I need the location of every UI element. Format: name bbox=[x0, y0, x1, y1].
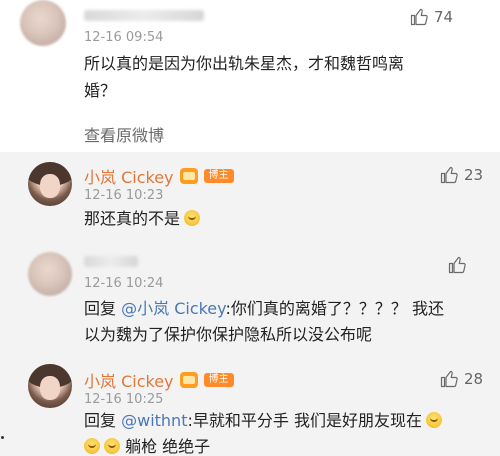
weibo-comment-thread: 12-16 09:54 74 所以真的是因为你出轨朱星杰，才和魏哲鸣离 婚？ 查… bbox=[0, 0, 500, 456]
reply-text-line-1: 回复 @小岚 Cickey:你们真的离婚了？？？？ 我还 bbox=[84, 296, 444, 322]
reply-text-rest: :你们真的离婚了？？？？ 我还 bbox=[225, 299, 444, 318]
reply-prefix: 回复 bbox=[84, 411, 117, 430]
vip-crown-icon bbox=[179, 168, 198, 184]
mention-link[interactable]: @小岚 Cickey bbox=[121, 299, 225, 318]
avatar[interactable] bbox=[28, 162, 72, 206]
reply-prefix: 回复 bbox=[84, 299, 117, 318]
comment-text-line-1: 所以真的是因为你出轨朱星杰，才和魏哲鸣离 bbox=[84, 54, 405, 73]
reply-text: 回复 @withnt:早就和平分手 我们是好朋友现在 躺枪 绝绝子 bbox=[84, 408, 442, 456]
smile-emoji-icon bbox=[184, 210, 201, 226]
like-count: 23 bbox=[464, 166, 484, 184]
reply-text-line-2: 以为魏为了保护你保护隐私所以没公布呢 bbox=[84, 325, 373, 344]
reply-username[interactable]: 小岚 Cickey 博主 bbox=[84, 164, 234, 188]
reply-text-line-2: 躺枪 绝绝子 bbox=[84, 434, 442, 456]
like-button[interactable]: 28 bbox=[440, 370, 483, 388]
like-button[interactable] bbox=[448, 256, 472, 274]
blurred-username bbox=[84, 10, 204, 21]
blurred-username bbox=[84, 256, 138, 267]
reply-time: 12-16 10:25 bbox=[84, 392, 164, 407]
comment-text: 所以真的是因为你出轨朱星杰，才和魏哲鸣离 婚？ bbox=[84, 50, 404, 104]
reply-text-rest-2: 躺枪 绝绝子 bbox=[125, 437, 211, 456]
reply-text-line-1: 回复 @withnt:早就和平分手 我们是好朋友现在 bbox=[84, 408, 442, 434]
smile-emoji-icon bbox=[425, 412, 442, 428]
thumb-up-icon bbox=[448, 256, 466, 274]
smile-emoji-icon bbox=[84, 438, 100, 454]
reply-text: 那还真的不是 bbox=[84, 206, 201, 232]
dot-marker bbox=[1, 436, 4, 439]
reply-time: 12-16 10:23 bbox=[84, 188, 164, 203]
like-count: 28 bbox=[464, 370, 484, 388]
reply-list: 小岚 Cickey 博主 12-16 10:23 23 那还真的不是 12-16… bbox=[0, 152, 500, 456]
comment-time: 12-16 09:54 bbox=[84, 30, 164, 45]
reply-text: 回复 @小岚 Cickey:你们真的离婚了？？？？ 我还 以为魏为了保护你保护隐… bbox=[84, 296, 444, 348]
username-text: 小岚 Cickey bbox=[84, 372, 174, 391]
vip-crown-icon bbox=[179, 372, 198, 388]
like-count: 74 bbox=[434, 8, 454, 26]
mention-link[interactable]: @withnt bbox=[121, 411, 187, 430]
comment-text-line-2: 婚？ bbox=[84, 81, 117, 100]
like-button[interactable]: 74 bbox=[410, 8, 453, 26]
thumb-up-icon bbox=[440, 166, 458, 184]
reply-text-content: 那还真的不是 bbox=[84, 209, 181, 228]
blogger-badge: 博主 bbox=[203, 373, 234, 387]
reply-time: 12-16 10:24 bbox=[84, 276, 164, 291]
like-button[interactable]: 23 bbox=[440, 166, 483, 184]
avatar[interactable] bbox=[28, 364, 72, 408]
reply-username[interactable]: 小岚 Cickey 博主 bbox=[84, 368, 234, 392]
original-comment: 12-16 09:54 74 所以真的是因为你出轨朱星杰，才和魏哲鸣离 婚？ 查… bbox=[0, 0, 500, 152]
smile-emoji-icon bbox=[104, 438, 120, 454]
username-text: 小岚 Cickey bbox=[84, 168, 174, 187]
view-original-weibo-link[interactable]: 查看原微博 bbox=[84, 122, 164, 146]
blogger-badge: 博主 bbox=[203, 169, 234, 183]
avatar[interactable] bbox=[28, 252, 72, 296]
thumb-up-icon bbox=[410, 8, 428, 26]
thumb-up-icon bbox=[440, 370, 458, 388]
reply-text-rest: :早就和平分手 我们是好朋友现在 bbox=[187, 411, 422, 430]
avatar[interactable] bbox=[20, 0, 66, 46]
